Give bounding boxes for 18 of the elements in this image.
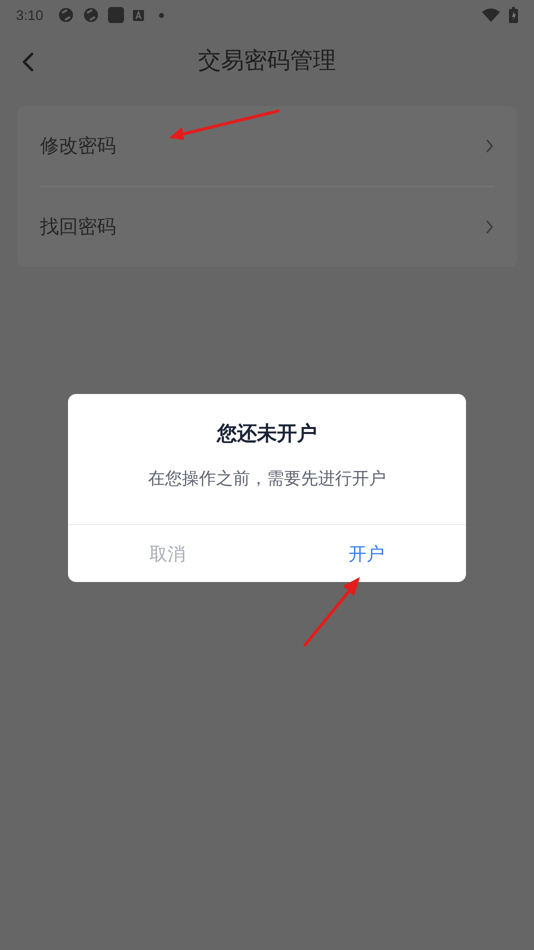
back-icon (22, 52, 35, 72)
open-account-button[interactable]: 开户 (267, 525, 466, 582)
menu-item[interactable]: 找回密码 (40, 187, 494, 267)
page-title: 交易密码管理 (198, 46, 336, 76)
chevron-right-icon (486, 220, 494, 234)
menu-item[interactable]: 修改密码 (40, 106, 494, 186)
chevron-right-icon (486, 139, 494, 153)
clock-time: 3:10 (16, 7, 44, 23)
dialog-title: 您还未开户 (215, 420, 318, 447)
battery-icon (509, 7, 518, 23)
font-icon (133, 10, 144, 20)
square-icon (108, 7, 124, 23)
dot-icon (159, 12, 164, 18)
aperture-icon (58, 7, 74, 23)
cancel-button[interactable]: 取消 (68, 525, 267, 582)
wifi-icon (482, 8, 500, 22)
aperture-icon (83, 7, 100, 23)
dialog-message: 在您操作之前，需要先进行开户 (147, 468, 387, 490)
